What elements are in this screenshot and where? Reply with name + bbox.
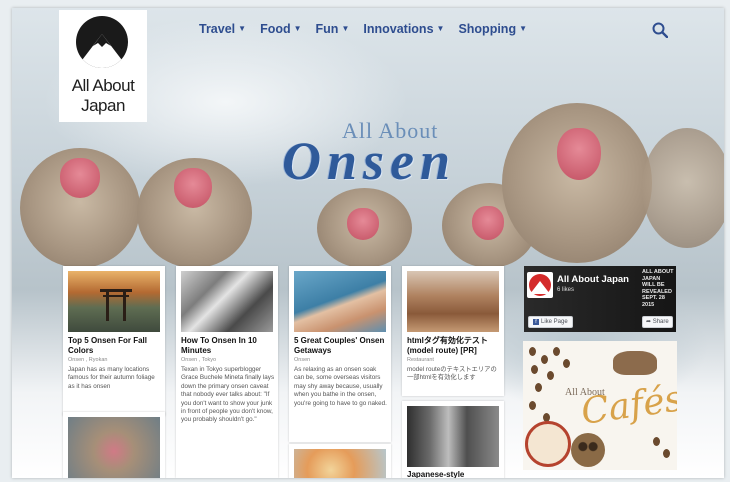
coffee-bean: [563, 359, 570, 368]
mountain-logo-icon: [76, 16, 128, 68]
facebook-page-name[interactable]: All About Japan: [557, 274, 629, 285]
article-tags[interactable]: Onsen , Tokyo: [181, 357, 275, 363]
logo-text-line1: All About: [71, 76, 135, 95]
monkey-face: [174, 168, 212, 208]
menu-item-shopping[interactable]: Shopping ▼: [458, 22, 527, 36]
article-tags[interactable]: Onsen , Ryokan: [68, 357, 162, 363]
menu-item-food[interactable]: Food ▼: [260, 22, 301, 36]
menu-item-travel[interactable]: Travel ▼: [199, 22, 246, 36]
coffee-bean: [547, 371, 554, 380]
feet-in-bath-thumbnail: [294, 271, 386, 332]
top-navigation: All About Japan Travel ▼ Food ▼ Fun ▼ Innov…: [12, 8, 724, 122]
hero-title: Onsen: [282, 131, 457, 191]
article-card[interactable]: How To Onsen In 10 Minutes Onsen , Tokyo…: [176, 266, 278, 478]
logo-text-line2: Japan: [81, 96, 125, 115]
article-title[interactable]: 5 Great Couples' Onsen Getaways: [294, 336, 388, 355]
monkey-face: [557, 128, 601, 180]
article-card[interactable]: 5 Great Couples' Onsen Getaways Onsen As…: [289, 266, 391, 442]
browser-viewport: All About Japan Travel ▼ Food ▼ Fun ▼ Innov…: [12, 8, 724, 478]
site-logo[interactable]: All About Japan: [59, 10, 147, 122]
facebook-cover-text: ALL ABOUT JAPAN WILL BE REVEALED SEPT. 2…: [642, 269, 674, 308]
article-card[interactable]: htmlタグ有効化テスト(model route) [PR] Restauran…: [402, 266, 504, 396]
street-thumbnail: [407, 406, 499, 467]
monkey-face: [347, 208, 379, 240]
food-thumbnail: [294, 449, 386, 478]
chevron-down-icon: ▼: [293, 24, 302, 33]
monkey-face: [472, 206, 504, 240]
monkey-image: [502, 103, 652, 263]
chevron-down-icon: ▼: [436, 24, 445, 33]
coffee-bean: [653, 437, 660, 446]
coffee-bean: [541, 355, 548, 364]
article-description: Texan in Tokyo superblogger Grace Buchel…: [181, 366, 275, 424]
owl-illustration: [571, 433, 605, 467]
main-menu: Travel ▼ Food ▼ Fun ▼ Innovations ▼ Shopping…: [199, 22, 527, 36]
article-title[interactable]: Top 5 Onsen For Fall Colors: [68, 336, 162, 355]
facebook-share-button[interactable]: ➦ Share: [642, 316, 673, 328]
coffee-bean: [553, 347, 560, 356]
facebook-like-button[interactable]: f Like Page: [528, 316, 573, 328]
cat-illustration: [613, 351, 657, 375]
menu-item-innovations[interactable]: Innovations ▼: [363, 22, 444, 36]
autumn-torii-thumbnail: [68, 271, 160, 332]
article-title[interactable]: How To Onsen In 10 Minutes: [181, 336, 275, 355]
coffee-bean: [535, 383, 542, 392]
coffee-bean: [529, 401, 536, 410]
chevron-down-icon: ▼: [519, 24, 527, 33]
share-arrow-icon: ➦: [646, 319, 652, 325]
coffee-cup-illustration: [525, 421, 571, 467]
chevron-down-icon: ▼: [341, 24, 350, 33]
monkey-image: [642, 128, 724, 248]
menu-item-fun[interactable]: Fun ▼: [316, 22, 350, 36]
facebook-page-avatar: [527, 272, 553, 298]
article-title[interactable]: Japanese-style: [407, 470, 501, 478]
article-card[interactable]: Japanese-style: [402, 401, 504, 478]
article-tags[interactable]: Onsen: [294, 357, 388, 363]
coffee-bean: [531, 365, 538, 374]
article-description: model routeのテキストエリアの一部htmlを有効化します: [407, 366, 497, 382]
chevron-down-icon: ▼: [238, 24, 247, 33]
article-card[interactable]: Top 5 Onsen For Fall Colors Onsen , Ryok…: [63, 266, 165, 416]
monkey-face: [60, 158, 100, 198]
article-description: As relaxing as an onsen soak can be, som…: [294, 366, 387, 407]
facebook-page-widget[interactable]: All About Japan 6 likes ALL ABOUT JAPAN …: [524, 266, 676, 332]
article-card[interactable]: [63, 412, 165, 478]
facebook-f-icon: f: [533, 319, 539, 325]
article-tags[interactable]: Restaurant: [407, 357, 501, 363]
waterfall-thumbnail: [181, 271, 273, 332]
article-card[interactable]: [289, 444, 391, 478]
monkey-thumbnail: [68, 417, 160, 478]
wooden-tub-thumbnail: [407, 271, 499, 332]
search-icon[interactable]: [652, 22, 669, 39]
coffee-bean: [529, 347, 536, 356]
facebook-likes: 6 likes: [557, 287, 575, 293]
article-description: Japan has as many locations famous for t…: [68, 366, 155, 390]
coffee-bean: [663, 449, 670, 458]
cafes-advertisement[interactable]: All About Cafés: [523, 341, 677, 470]
article-title[interactable]: htmlタグ有効化テスト(model route) [PR]: [407, 336, 501, 355]
